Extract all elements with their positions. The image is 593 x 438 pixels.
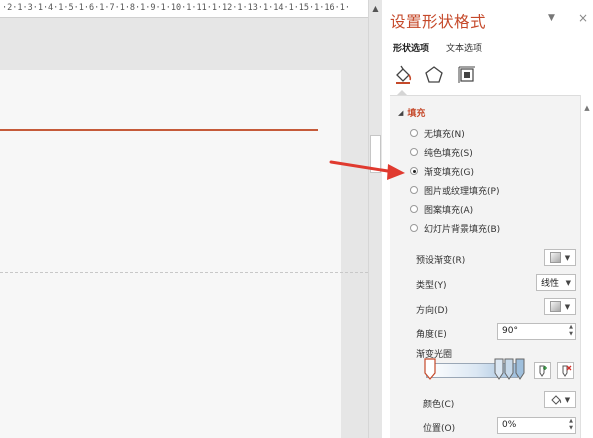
radio-gradient-fill[interactable]: 渐变填充(G)	[410, 164, 474, 178]
direction-swatch	[549, 301, 561, 312]
position-value: 0%	[502, 420, 517, 430]
format-shape-pane: 设置形状格式 ▼ × 形状选项 文本选项 ◢ 填充 无填充(N) 纯色填充(S)…	[382, 0, 593, 438]
horizontal-ruler: ·2·1·3·1·4·1·5·1·6·1·7·1·8·1·9·1·10·1·11…	[0, 0, 368, 18]
type-value: 线性	[541, 279, 560, 289]
gradient-swatch	[549, 252, 561, 263]
collapse-triangle-icon[interactable]: ◢	[398, 109, 403, 117]
radio-label: 图案填充(A)	[424, 205, 474, 216]
radio-slide-background-fill[interactable]: 幻灯片背景填充(B)	[410, 221, 500, 235]
gradient-stop-handle[interactable]	[504, 358, 514, 380]
gradient-stop-handle[interactable]	[424, 358, 436, 380]
remove-gradient-stop-button[interactable]	[557, 362, 574, 379]
radio-pattern-fill[interactable]: 图案填充(A)	[410, 202, 473, 216]
guide-line	[0, 272, 368, 273]
editor-scrollbar[interactable]: ▲	[368, 0, 382, 438]
radio-button[interactable]	[410, 224, 418, 232]
position-label: 位置(O)	[423, 424, 456, 434]
radio-label: 渐变填充(G)	[424, 167, 474, 178]
angle-label: 角度(E)	[416, 330, 447, 340]
radio-picture-texture-fill[interactable]: 图片或纹理填充(P)	[410, 183, 499, 197]
radio-label: 无填充(N)	[424, 129, 465, 140]
preset-gradient-dropdown[interactable]: ▼	[544, 249, 576, 266]
pane-scrollbar[interactable]: ▲	[580, 95, 593, 438]
angle-value: 90°	[502, 326, 518, 336]
slide-line-shape[interactable]	[0, 129, 318, 131]
pentagon-icon[interactable]	[423, 64, 445, 86]
add-gradient-stop-button[interactable]	[534, 362, 551, 379]
paint-bucket-icon	[551, 394, 561, 405]
radio-button-checked[interactable]	[410, 167, 418, 175]
radio-button[interactable]	[410, 148, 418, 156]
color-label: 颜色(C)	[423, 400, 455, 410]
radio-label: 幻灯片背景填充(B)	[424, 224, 501, 235]
fill-line-icon[interactable]	[393, 64, 415, 86]
chevron-down-icon: ▼	[564, 395, 571, 404]
radio-no-fill[interactable]: 无填充(N)	[410, 126, 465, 140]
gradient-stop-handle[interactable]	[515, 358, 525, 380]
pane-title: 设置形状格式	[390, 13, 487, 31]
gradient-stop-handle[interactable]	[494, 358, 504, 380]
radio-solid-fill[interactable]: 纯色填充(S)	[410, 145, 473, 159]
radio-label: 纯色填充(S)	[424, 148, 473, 159]
tab-text-options[interactable]: 文本选项	[446, 41, 482, 54]
radio-button[interactable]	[410, 186, 418, 194]
type-select[interactable]: 线性 ▼	[536, 274, 576, 291]
spinner-arrows-icon[interactable]: ▲ ▼	[569, 324, 573, 338]
scroll-thumb[interactable]	[370, 135, 381, 173]
spinner-arrows-icon[interactable]: ▲ ▼	[569, 418, 573, 432]
angle-spinner[interactable]: 90° ▲ ▼	[497, 323, 576, 340]
tab-shape-options[interactable]: 形状选项	[393, 41, 429, 54]
direction-dropdown[interactable]: ▼	[544, 298, 576, 315]
scroll-up-icon[interactable]: ▲	[583, 104, 591, 112]
radio-button[interactable]	[410, 129, 418, 137]
chevron-down-icon: ▼	[565, 278, 571, 287]
size-properties-icon[interactable]	[456, 64, 478, 86]
slide-canvas[interactable]	[0, 70, 341, 438]
pane-options-chevron-down-icon[interactable]: ▼	[548, 13, 555, 23]
slide-editor: ·2·1·3·1·4·1·5·1·6·1·7·1·8·1·9·1·10·1·11…	[0, 0, 368, 438]
close-icon[interactable]: ×	[578, 11, 588, 25]
ruler-ticks: ·2·1·3·1·4·1·5·1·6·1·7·1·8·1·9·1·10·1·11…	[2, 3, 350, 13]
radio-label: 图片或纹理填充(P)	[424, 186, 500, 197]
chevron-down-icon: ▼	[564, 302, 571, 311]
fill-section-header[interactable]: ◢ 填充	[398, 106, 425, 119]
chevron-down-icon: ▼	[564, 253, 571, 262]
color-picker-dropdown[interactable]: ▼	[544, 391, 576, 408]
direction-label: 方向(D)	[416, 306, 448, 316]
preset-gradient-label: 预设渐变(R)	[416, 256, 466, 266]
radio-button[interactable]	[410, 205, 418, 213]
fill-section-title: 填充	[407, 109, 426, 119]
scroll-up-icon[interactable]: ▲	[371, 4, 380, 13]
type-label: 类型(Y)	[416, 281, 447, 291]
position-spinner[interactable]: 0% ▲ ▼	[497, 417, 576, 434]
fill-settings-panel: ◢ 填充 无填充(N) 纯色填充(S) 渐变填充(G) 图片或纹理填充(P) 图案…	[390, 95, 580, 438]
